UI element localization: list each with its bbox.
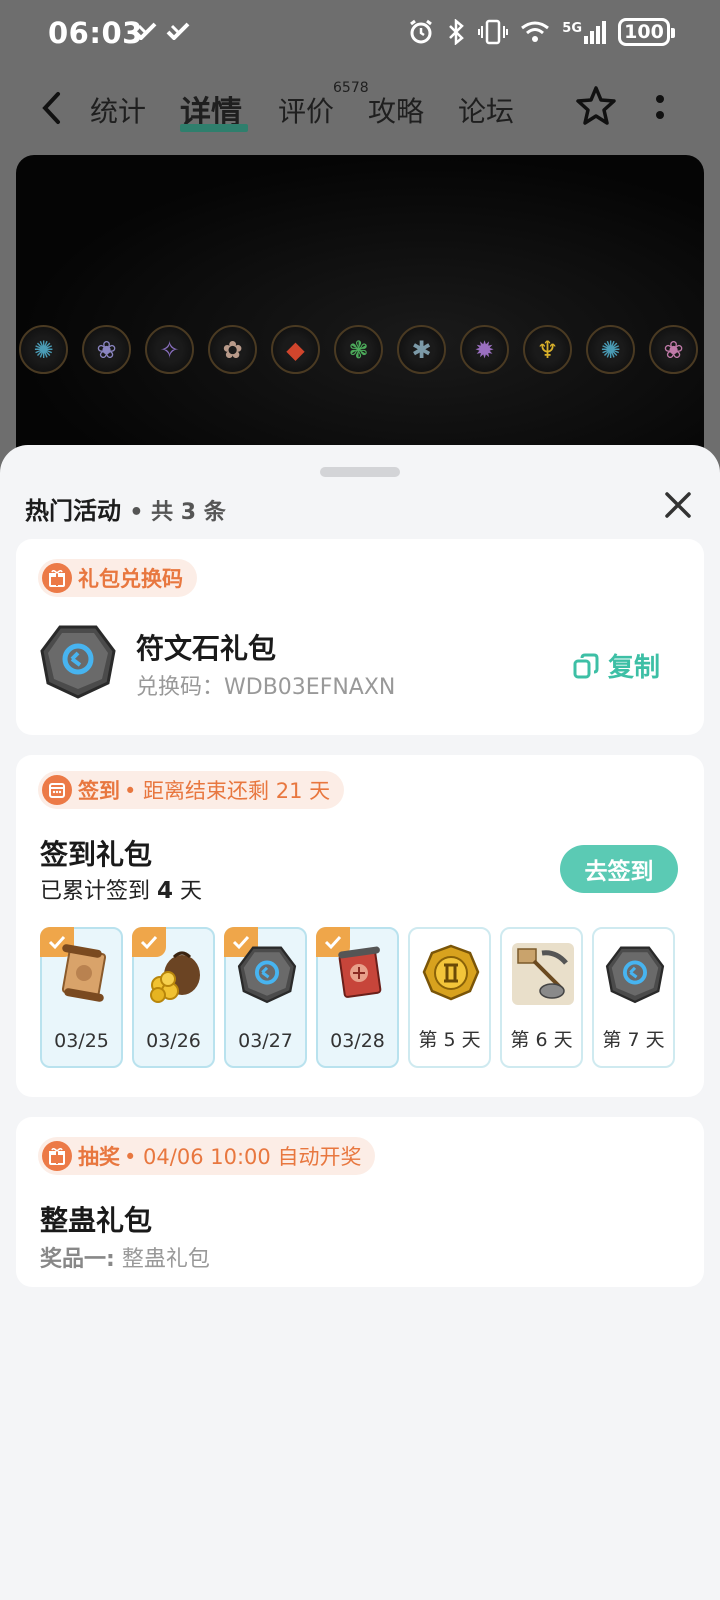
- rune-stone-icon: [40, 625, 116, 699]
- close-icon[interactable]: [662, 489, 694, 521]
- rune-icon: ❀: [82, 325, 131, 374]
- rune-icon: ✿: [208, 325, 257, 374]
- rune-icon: ✱: [397, 325, 446, 374]
- rune-icon: ✺: [586, 325, 635, 374]
- rune-stone-icon: [605, 946, 665, 1004]
- signin-deadline: • 距离结束还剩 21 天: [124, 779, 331, 803]
- rune-icon: ❀: [649, 325, 698, 374]
- battery-icon: 100: [618, 18, 675, 46]
- rune-icon: ✧: [145, 325, 194, 374]
- gift-code-card: 礼包兑换码 符文石礼包 兑换码：WDB03EFNAXN 复制: [16, 539, 704, 735]
- gold-medal-icon: [422, 944, 480, 1001]
- gift-icon: [42, 563, 72, 593]
- status-icons: 5G 100: [408, 18, 675, 46]
- signin-day[interactable]: 第 6 天: [500, 927, 583, 1068]
- alarm-icon: [410, 19, 433, 44]
- rune-icon: ◆: [271, 325, 320, 374]
- bluetooth-icon: [449, 19, 465, 45]
- lottery-tag: 抽奖 • 04/06 10:00 自动开奖: [38, 1137, 376, 1175]
- data-activity-icon: [166, 22, 190, 40]
- gift-code-tag: 礼包兑换码: [38, 559, 197, 597]
- lottery-draw-time: • 04/06 10:00 自动开奖: [124, 1145, 362, 1169]
- active-tab-indicator: [180, 124, 248, 132]
- tab-statistics[interactable]: 统计: [90, 90, 146, 130]
- rune-stone-icon: [237, 946, 297, 1004]
- copy-icon: [573, 653, 599, 678]
- game-banner: ✺ ❀ ✧ ✿ ◆ ❃ ✱ ✹ ♆ ✺ ❀: [16, 155, 704, 465]
- signin-day[interactable]: 03/25: [40, 927, 123, 1068]
- back-icon[interactable]: [38, 90, 66, 126]
- cellular-signal-icon: 5G: [562, 20, 606, 44]
- rune-icon: ♆: [523, 325, 572, 374]
- signin-days: 03/25 03/26 03/27 03/28 第 5 天 第 6 天 第 7 …: [40, 927, 675, 1068]
- wifi-icon: [521, 21, 550, 42]
- rune-icon: ❃: [334, 325, 383, 374]
- tab-reviews[interactable]: 评价: [278, 90, 334, 130]
- gift-name: 符文石礼包: [136, 632, 277, 665]
- signin-tag: 签到 • 距离结束还剩 21 天: [38, 771, 345, 809]
- calendar-icon: [42, 775, 72, 805]
- signin-day[interactable]: 03/26: [132, 927, 215, 1068]
- tab-forum[interactable]: 论坛: [458, 90, 514, 130]
- signin-button[interactable]: 去签到: [560, 845, 678, 893]
- signin-day[interactable]: 第 5 天: [408, 927, 491, 1068]
- lottery-gift-name: 整蛊礼包: [40, 1204, 153, 1237]
- gift-icon: [42, 1141, 72, 1171]
- tab-guides[interactable]: 攻略: [368, 90, 424, 130]
- lottery-prize: 奖品一: 整蛊礼包: [40, 1247, 210, 1272]
- signin-day[interactable]: 03/28: [316, 927, 399, 1068]
- activity-count: • 共 3 条: [129, 500, 226, 525]
- rune-row: ✺ ❀ ✧ ✿ ◆ ❃ ✱ ✹ ♆ ✺ ❀: [19, 325, 698, 374]
- activities-bottom-sheet: 热门活动 • 共 3 条 礼包兑换码 符文石礼包 兑换码：WDB03EFNAXN…: [0, 445, 720, 1600]
- redeem-code[interactable]: 兑换码：WDB03EFNAXN: [136, 669, 395, 701]
- scroll-icon: [61, 944, 107, 1002]
- drag-handle[interactable]: [320, 467, 400, 477]
- signin-gift-name: 签到礼包: [40, 838, 153, 871]
- data-activity-icon: [133, 22, 157, 40]
- rune-icon: ✺: [19, 325, 68, 374]
- status-bar: 06:03 5G 100: [0, 0, 720, 70]
- copy-button[interactable]: 复制: [572, 647, 660, 684]
- top-navigation: 统计 详情 评价 6578 攻略 论坛: [0, 78, 720, 138]
- more-options-icon[interactable]: [655, 92, 665, 122]
- signin-day[interactable]: 03/27: [224, 927, 307, 1068]
- status-time: 06:03: [48, 16, 143, 50]
- vibrate-icon: [478, 19, 509, 45]
- lottery-card: 抽奖 • 04/06 10:00 自动开奖 整蛊礼包 奖品一: 整蛊礼包: [16, 1117, 704, 1287]
- review-count-badge: 6578: [333, 80, 369, 96]
- sheet-title: 热门活动 • 共 3 条: [25, 497, 226, 525]
- rune-icon: ✹: [460, 325, 509, 374]
- tools-icon: [512, 943, 574, 1005]
- signin-progress: 已累计签到 4 天: [40, 878, 203, 904]
- gold-bag-icon: [150, 951, 200, 1003]
- signin-day[interactable]: 第 7 天: [592, 927, 675, 1068]
- red-scroll-icon: [338, 946, 382, 998]
- favorite-star-icon[interactable]: [574, 84, 618, 128]
- signin-card: 签到 • 距离结束还剩 21 天 签到礼包 已累计签到 4 天 去签到 03/2…: [16, 755, 704, 1097]
